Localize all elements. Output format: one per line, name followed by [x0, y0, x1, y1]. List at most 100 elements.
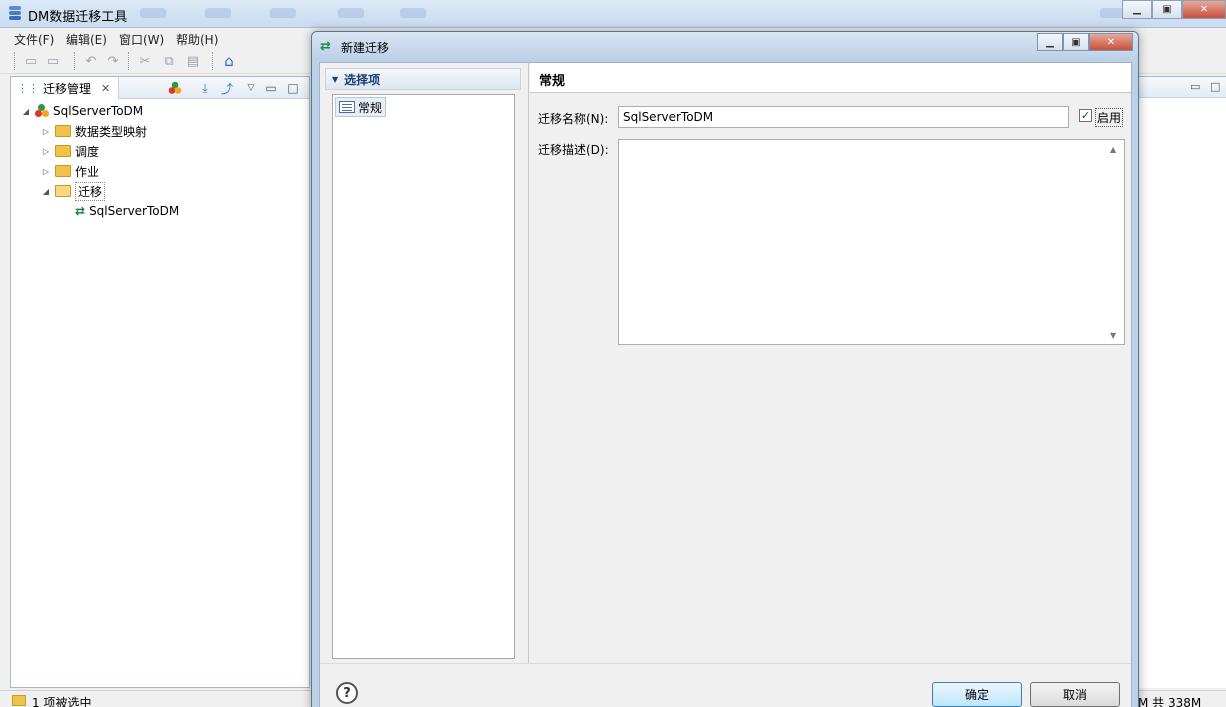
folder-icon: [12, 695, 26, 706]
minimize-view-icon[interactable]: ▭: [263, 80, 279, 96]
dialog-minimize-button[interactable]: ▁: [1037, 33, 1063, 51]
migration-name-label: 迁移名称(N):: [538, 112, 609, 126]
tab-migration-manager[interactable]: ⋮⋮ 迁移管理 ✕: [11, 77, 119, 99]
menu-edit[interactable]: 编辑(E): [66, 31, 107, 48]
migration-name-input[interactable]: [618, 106, 1069, 128]
collapsed-arrow-icon[interactable]: ▷: [41, 167, 51, 176]
tree-item-label: SqlServerToDM: [53, 104, 144, 118]
enable-label[interactable]: 启用: [1095, 108, 1124, 127]
collapsed-arrow-icon[interactable]: ▷: [41, 147, 51, 156]
right-panel: [1138, 98, 1226, 688]
enable-checkbox[interactable]: ✓: [1079, 109, 1092, 122]
blurred-tab: [338, 8, 364, 18]
expanded-arrow-icon[interactable]: ◢: [41, 187, 51, 196]
nav-header[interactable]: ▼ 选择项: [325, 68, 521, 90]
main-window-controls: ▁ ▣ ✕: [1122, 0, 1226, 20]
view-menu-icon[interactable]: ▽: [243, 80, 259, 96]
toolbar-separator: [128, 52, 129, 70]
tree-item-label: 调度: [75, 144, 100, 159]
undo-icon[interactable]: ↶: [82, 52, 100, 70]
tree-item-job[interactable]: ▷ 作业: [41, 161, 99, 181]
content-header: 常规: [530, 63, 1131, 93]
import-icon[interactable]: ⤓: [197, 80, 213, 96]
tree-item-migration-child[interactable]: ⇄ SqlServerToDM: [75, 201, 179, 221]
home-icon[interactable]: ⌂: [220, 52, 238, 70]
dialog-close-button[interactable]: ✕: [1089, 33, 1133, 51]
dialog-maximize-button[interactable]: ▣: [1063, 33, 1089, 51]
cut-icon[interactable]: ✂: [136, 52, 154, 70]
open-folder-icon: [55, 185, 71, 197]
dialog-body: ▼ 选择项 常规 常规 迁移名称(N): ✓ 启用 迁移描述(D):: [319, 62, 1132, 707]
blurred-tab: [400, 8, 426, 18]
nav-item-general[interactable]: 常规: [335, 97, 387, 117]
migration-desc-label: 迁移描述(D):: [538, 143, 609, 157]
right-panel-header: ▭ □: [1138, 76, 1226, 98]
menu-file[interactable]: 文件(F): [14, 31, 54, 48]
minimize-button[interactable]: ▁: [1122, 0, 1152, 19]
status-selection: 1 项被选中: [32, 696, 92, 707]
tree-item-label: SqlServerToDM: [89, 204, 180, 218]
menu-help[interactable]: 帮助(H): [176, 31, 218, 48]
folder-icon: [55, 125, 71, 137]
collapsed-arrow-icon[interactable]: ▷: [41, 127, 51, 136]
folder-icon: [55, 165, 71, 177]
copy-icon[interactable]: ⧉: [160, 52, 178, 70]
panel-header: ⋮⋮ 迁移管理 ✕ ⤓ ⤴ ▽ ▭ □: [11, 77, 309, 99]
tab-label: 迁移管理: [43, 81, 92, 96]
cancel-button[interactable]: 取消: [1030, 682, 1120, 707]
toolbar-separator: [212, 52, 213, 70]
save-icon[interactable]: ▭: [22, 52, 40, 70]
general-content-pane: 常规 迁移名称(N): ✓ 启用 迁移描述(D): ▲ ▼: [530, 63, 1131, 663]
dialog-titlebar: ⇄ 新建迁移 ▁ ▣ ✕: [312, 32, 1138, 60]
tree-item-label: 迁移: [75, 181, 106, 201]
help-icon[interactable]: ?: [336, 682, 358, 704]
nav-item-label: 常规: [358, 100, 383, 115]
save-all-icon[interactable]: ▭: [44, 52, 62, 70]
blurred-tab: [270, 8, 296, 18]
tree-item-type-mapping[interactable]: ▷ 数据类型映射: [41, 121, 147, 141]
paste-icon[interactable]: ▤: [184, 52, 202, 70]
property-list-icon: [339, 101, 355, 113]
new-connection-icon[interactable]: [167, 80, 183, 96]
tab-close-icon[interactable]: ✕: [101, 82, 110, 95]
dialog-button-bar: ? 确定 取消: [320, 663, 1131, 707]
app-title: DM数据迁移工具: [28, 10, 128, 25]
export-icon[interactable]: ⤴: [219, 80, 235, 96]
app-database-icon: [8, 5, 22, 21]
migration-arrows-icon: ⇄: [75, 204, 86, 218]
new-migration-dialog: ⇄ 新建迁移 ▁ ▣ ✕ ▼ 选择项 常规 常规 迁移名称(N): SqlSer…: [311, 31, 1139, 707]
connection-icon: [35, 104, 49, 118]
collapse-triangle-icon: ▼: [332, 74, 339, 84]
ok-button[interactable]: 确定: [932, 682, 1022, 707]
menu-window[interactable]: 窗口(W): [119, 31, 164, 48]
dialog-title: 新建迁移: [341, 41, 390, 55]
options-list: 常规: [332, 94, 515, 659]
expanded-arrow-icon[interactable]: ◢: [21, 107, 31, 116]
redo-icon[interactable]: ↷: [104, 52, 122, 70]
tree-item-schedule[interactable]: ▷ 调度: [41, 141, 99, 161]
main-titlebar: DM数据迁移工具 ▁ ▣ ✕: [0, 0, 1226, 28]
tree-item-root[interactable]: ◢ SqlServerToDM: [21, 101, 143, 121]
tree-item-migration[interactable]: ◢ 迁移: [41, 181, 106, 201]
toolbar-separator: [74, 52, 75, 70]
migration-manager-panel: ⋮⋮ 迁移管理 ✕ ⤓ ⤴ ▽ ▭ □ ◢ SqlServerToDM ▷ 数据…: [10, 76, 310, 688]
tree-item-label: 作业: [75, 164, 100, 179]
blurred-tab: [205, 8, 231, 18]
scroll-up-icon[interactable]: ▲: [1110, 145, 1127, 154]
maximize-view-icon[interactable]: □: [1210, 80, 1220, 93]
dialog-window-controls: ▁ ▣ ✕: [1037, 33, 1133, 51]
memory-usage: M 共 338M: [1138, 696, 1202, 707]
toolbar-separator: [14, 52, 15, 70]
close-button[interactable]: ✕: [1182, 0, 1226, 19]
maximize-view-icon[interactable]: □: [285, 80, 301, 96]
migration-arrows-icon: ⇄: [320, 39, 331, 54]
folder-icon: [55, 145, 71, 157]
nav-header-label: 选择项: [344, 72, 381, 87]
maximize-button[interactable]: ▣: [1152, 0, 1182, 19]
tree-item-label: 数据类型映射: [75, 124, 148, 139]
migration-desc-textarea[interactable]: [618, 139, 1125, 345]
options-nav-pane: ▼ 选择项 常规: [320, 63, 529, 663]
scroll-down-icon[interactable]: ▼: [1110, 331, 1127, 340]
minimize-view-icon[interactable]: ▭: [1190, 80, 1200, 93]
section-title: 常规: [539, 74, 566, 89]
